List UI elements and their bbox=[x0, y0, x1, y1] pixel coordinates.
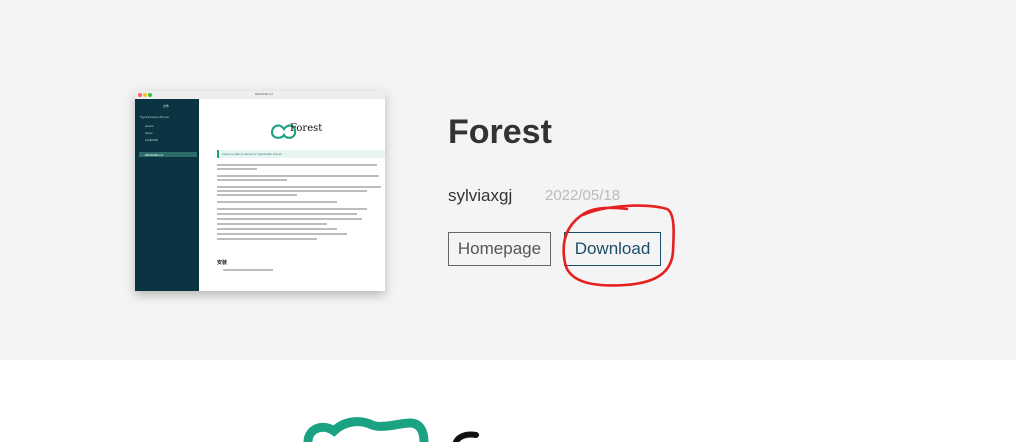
homepage-button[interactable]: Homepage bbox=[448, 232, 551, 266]
minimize-dot-icon bbox=[143, 93, 147, 97]
preview-text-line bbox=[217, 186, 381, 188]
preview-logo-text: Forest bbox=[290, 123, 323, 134]
preview-document: Forest Forest is plain a theme for Typor… bbox=[199, 99, 385, 291]
preview-sidebar-item: assets bbox=[145, 124, 154, 128]
red-circle-annotation bbox=[562, 204, 675, 287]
project-title: Forest bbox=[448, 113, 552, 151]
preview-filename: README.md bbox=[255, 92, 273, 96]
preview-text-line bbox=[223, 269, 273, 271]
preview-text-line bbox=[217, 208, 367, 210]
preview-text-line bbox=[217, 233, 347, 235]
preview-text-line bbox=[217, 228, 337, 230]
preview-sidebar-item: forest bbox=[145, 131, 153, 135]
author-name[interactable]: sylviaxgj bbox=[448, 186, 512, 206]
preview-text-line bbox=[217, 213, 357, 215]
preview-blockquote: Forest is plain a theme for Typora like … bbox=[217, 150, 385, 158]
preview-sidebar: 文件 Typora-Forest-Theme assets forest LIC… bbox=[135, 99, 199, 291]
preview-text-line bbox=[217, 175, 379, 177]
preview-sidebar-item: Typora-Forest-Theme bbox=[140, 115, 170, 119]
forest-logo-icon bbox=[303, 417, 479, 442]
theme-preview-image: README.md 文件 Typora-Forest-Theme assets … bbox=[135, 91, 385, 291]
preview-sidebar-item: LICENSE bbox=[145, 138, 158, 142]
preview-text-line bbox=[217, 201, 337, 203]
preview-text-line bbox=[217, 168, 257, 170]
preview-text-line bbox=[217, 218, 362, 220]
preview-sidebar-title: 文件 bbox=[163, 104, 170, 108]
preview-text-line bbox=[217, 223, 327, 225]
close-dot-icon bbox=[138, 93, 142, 97]
maximize-dot-icon bbox=[148, 93, 152, 97]
preview-text-line bbox=[217, 194, 297, 196]
preview-text-line bbox=[217, 164, 377, 166]
preview-quote-text: Forest is plain a theme for Typora like … bbox=[222, 152, 284, 156]
preview-text-line bbox=[217, 238, 317, 240]
preview-text-line bbox=[217, 179, 287, 181]
preview-section-heading: 安装 bbox=[217, 260, 228, 266]
preview-sidebar-item: README.md bbox=[145, 153, 163, 157]
hero-section: README.md 文件 Typora-Forest-Theme assets … bbox=[0, 0, 1016, 360]
preview-text-line bbox=[217, 190, 367, 192]
